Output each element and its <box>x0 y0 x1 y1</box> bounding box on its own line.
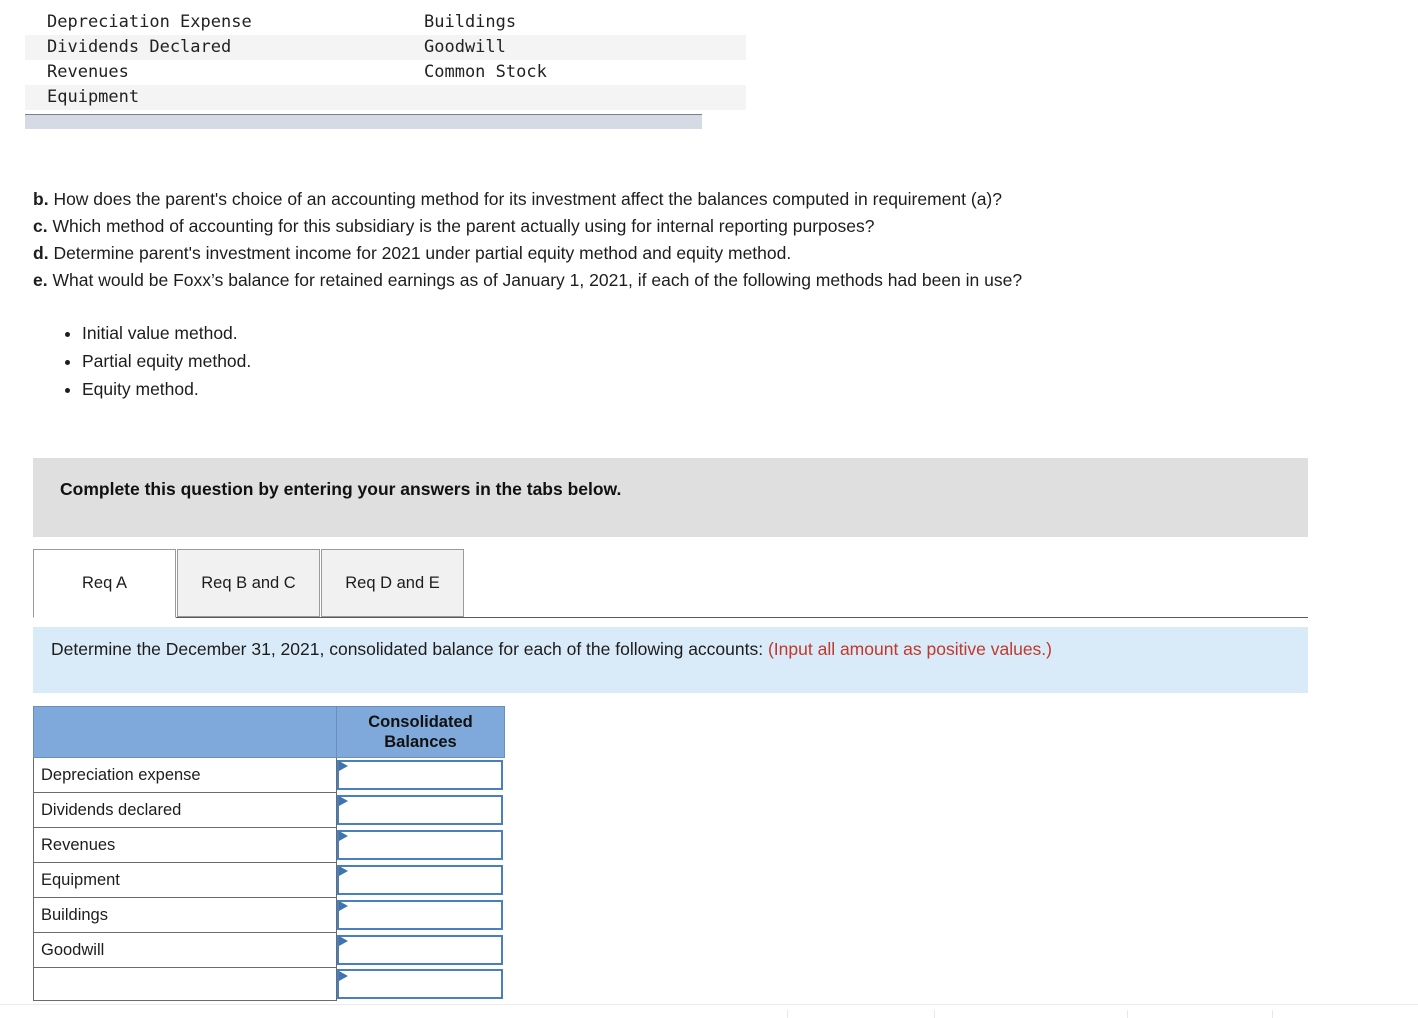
row-value-dividends-declared <box>336 792 505 828</box>
table-row: Equipment <box>25 85 746 110</box>
question-text: What would be Foxx’s balance for retaine… <box>52 270 1023 290</box>
question-letter: e. <box>33 270 48 290</box>
list-item: Initial value method. <box>82 320 251 347</box>
account-right-cell: Goodwill <box>402 35 746 60</box>
input-revenues[interactable] <box>337 829 503 860</box>
page-bottom-divider <box>0 1004 1418 1005</box>
header-blank-cell <box>33 706 337 758</box>
footer-tick <box>934 1010 935 1018</box>
table-row: Goodwill <box>33 932 505 968</box>
instruction-main-text: Determine the December 31, 2021, consoli… <box>51 639 768 659</box>
complete-question-text: Complete this question by entering your … <box>60 479 622 499</box>
header-line-1: Consolidated <box>368 713 473 731</box>
account-left-cell: Dividends Declared <box>25 35 402 60</box>
horizontal-scrollbar[interactable] <box>25 114 702 129</box>
row-value-depreciation-expense <box>336 757 505 793</box>
list-item: Partial equity method. <box>82 348 251 375</box>
account-name-table: Depreciation Expense Buildings Dividends… <box>25 10 746 110</box>
method-bullet-list: Initial value method. Partial equity met… <box>60 320 251 404</box>
footer-tick <box>1272 1010 1273 1018</box>
question-item-e: e. What would be Foxx’s balance for reta… <box>33 267 1383 294</box>
row-label-buildings: Buildings <box>33 897 337 933</box>
question-text: Determine parent's investment income for… <box>53 243 792 263</box>
table-row: Dividends Declared Goodwill <box>25 35 746 60</box>
row-label-dividends-declared: Dividends declared <box>33 792 337 828</box>
header-line-2: Balances <box>384 733 457 751</box>
input-depreciation-expense[interactable] <box>337 759 503 790</box>
question-item-d: d. Determine parent's investment income … <box>33 240 1383 267</box>
account-right-cell: Common Stock <box>424 62 547 82</box>
account-name-table-body: Depreciation Expense Buildings Dividends… <box>25 10 746 110</box>
row-value-buildings <box>336 897 505 933</box>
answer-table-body: Depreciation expense Dividends declared … <box>33 757 505 1001</box>
footer-tick <box>1127 1010 1128 1018</box>
tab-req-d-and-e[interactable]: Req D and E <box>321 549 464 617</box>
account-left-cell: Depreciation Expense <box>47 12 252 32</box>
table-row: Buildings <box>33 897 505 933</box>
row-label-goodwill: Goodwill <box>33 932 337 968</box>
row-label-depreciation-expense: Depreciation expense <box>33 757 337 793</box>
question-letter: b. <box>33 189 49 209</box>
row-value-partial <box>336 967 505 1001</box>
tab-underline <box>33 617 1308 618</box>
input-goodwill[interactable] <box>337 934 503 965</box>
account-name-table-grid: Depreciation Expense Buildings Dividends… <box>25 10 746 110</box>
question-list: b. How does the parent's choice of an ac… <box>33 186 1383 294</box>
requirement-instruction-banner: Determine the December 31, 2021, consoli… <box>33 627 1308 693</box>
table-row: Dividends declared <box>33 792 505 828</box>
input-buildings[interactable] <box>337 899 503 930</box>
question-text: Which method of accounting for this subs… <box>52 216 875 236</box>
account-right-cell <box>402 85 746 110</box>
answer-table-header: Consolidated Balances <box>33 706 505 758</box>
tab-req-b-and-c[interactable]: Req B and C <box>177 549 320 617</box>
table-header-row: Consolidated Balances <box>33 706 505 758</box>
table-row-partial <box>33 967 505 1001</box>
row-value-goodwill <box>336 932 505 968</box>
question-item-b: b. How does the parent's choice of an ac… <box>33 186 1383 213</box>
tab-label: Req D and E <box>345 573 440 592</box>
table-row: Revenues <box>33 827 505 863</box>
tab-label: Req A <box>82 574 127 592</box>
account-left-cell: Revenues <box>47 62 129 82</box>
account-left-cell: Equipment <box>25 85 402 110</box>
row-label-equipment: Equipment <box>33 862 337 898</box>
input-equipment[interactable] <box>337 864 503 895</box>
list-item: Equity method. <box>82 376 251 403</box>
footer-tick <box>787 1010 788 1018</box>
account-right-cell: Buildings <box>424 12 517 32</box>
row-label-revenues: Revenues <box>33 827 337 863</box>
table-row: Depreciation expense <box>33 757 505 793</box>
question-text: How does the parent's choice of an accou… <box>53 189 1002 209</box>
row-value-revenues <box>336 827 505 863</box>
complete-question-banner: Complete this question by entering your … <box>33 458 1308 537</box>
requirement-tabs: Req A Req B and C Req D and E <box>33 549 1308 619</box>
question-letter: d. <box>33 243 49 263</box>
row-value-equipment <box>336 862 505 898</box>
consolidated-balances-table: Consolidated Balances Depreciation expen… <box>33 706 505 1001</box>
header-consolidated-balances: Consolidated Balances <box>336 706 505 758</box>
input-dividends-declared[interactable] <box>337 794 503 825</box>
question-letter: c. <box>33 216 48 236</box>
table-row: Equipment <box>33 862 505 898</box>
tab-req-a[interactable]: Req A <box>33 549 176 618</box>
question-item-c: c. Which method of accounting for this s… <box>33 213 1383 240</box>
tab-label: Req B and C <box>201 573 296 592</box>
instruction-red-note: (Input all amount as positive values.) <box>767 639 1053 659</box>
table-row: Revenues Common Stock <box>25 60 746 85</box>
row-label-partial <box>33 967 337 1001</box>
input-partial-row[interactable] <box>337 968 503 999</box>
table-row: Depreciation Expense Buildings <box>25 10 746 35</box>
